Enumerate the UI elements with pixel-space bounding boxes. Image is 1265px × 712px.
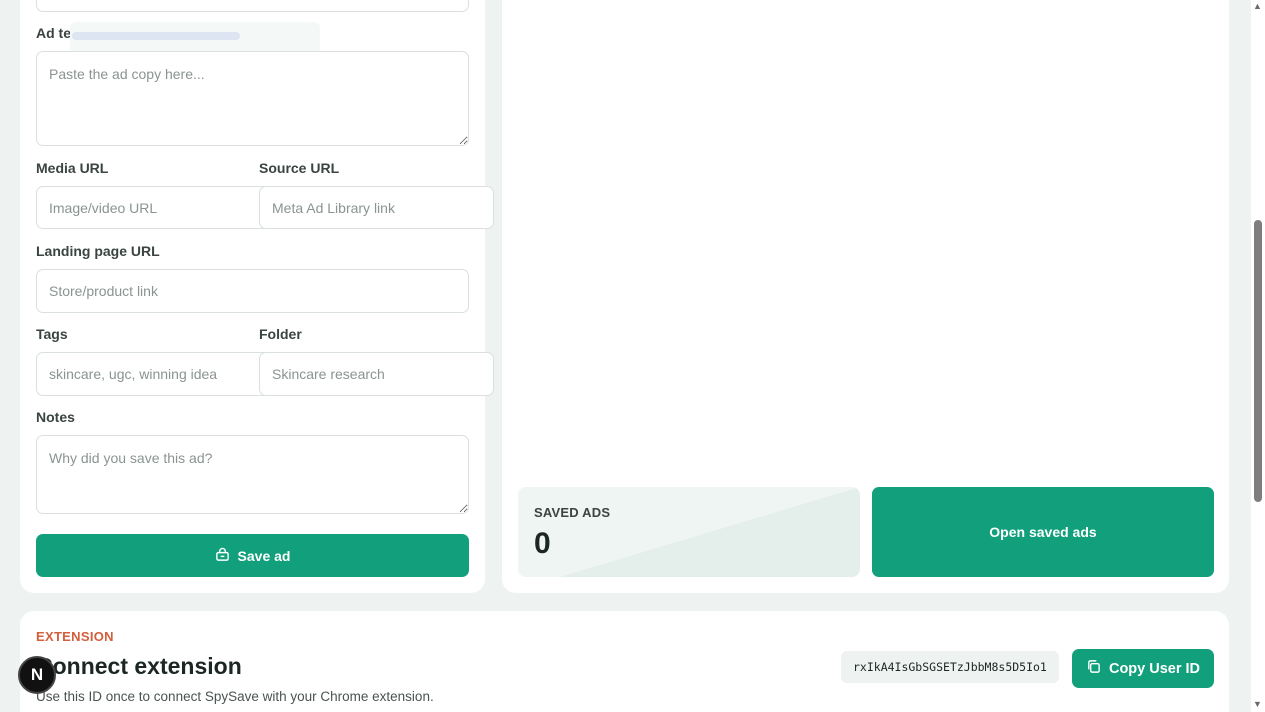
media-url-label: Media URL bbox=[36, 160, 109, 176]
landing-url-input[interactable] bbox=[36, 269, 469, 313]
ad-text-label: Ad te bbox=[36, 25, 71, 41]
copy-icon bbox=[1086, 659, 1101, 678]
scroll-up-icon[interactable]: ▲ bbox=[1253, 1, 1262, 11]
source-url-label: Source URL bbox=[259, 160, 340, 176]
landing-url-label: Landing page URL bbox=[36, 243, 160, 259]
folder-label: Folder bbox=[259, 326, 302, 342]
saved-ads-stat: SAVED ADS 0 bbox=[518, 487, 860, 577]
scroll-thumb[interactable] bbox=[1254, 220, 1262, 502]
extension-description: Use this ID once to connect SpySave with… bbox=[36, 689, 434, 704]
source-url-input[interactable] bbox=[259, 186, 494, 229]
previous-field-edge[interactable] bbox=[36, 0, 469, 12]
notes-input[interactable] bbox=[36, 435, 469, 514]
loading-skeleton bbox=[70, 22, 320, 54]
page-scrollbar[interactable]: ▲ ▼ bbox=[1251, 0, 1265, 712]
user-id-display: rxIkA4IsGbSGSETzJbbM8s5D5Io1 bbox=[841, 651, 1059, 683]
tags-label: Tags bbox=[36, 326, 68, 342]
open-saved-ads-button[interactable]: Open saved ads bbox=[872, 487, 1214, 577]
media-url-input[interactable] bbox=[36, 186, 272, 229]
scroll-down-icon[interactable]: ▼ bbox=[1253, 699, 1262, 709]
save-ad-label: Save ad bbox=[237, 547, 291, 564]
ad-text-input[interactable] bbox=[36, 51, 469, 146]
open-saved-ads-label: Open saved ads bbox=[989, 524, 1097, 540]
copy-user-id-label: Copy User ID bbox=[1108, 660, 1201, 677]
folder-input[interactable] bbox=[259, 352, 494, 396]
notes-label: Notes bbox=[36, 409, 75, 425]
save-icon bbox=[215, 547, 230, 565]
extension-title: Connect extension bbox=[36, 653, 242, 679]
saved-ads-count: 0 bbox=[534, 527, 551, 560]
copy-user-id-button[interactable]: Copy User ID bbox=[1072, 649, 1214, 688]
next-devtools-badge[interactable]: N bbox=[18, 656, 56, 694]
extension-card: EXTENSION Connect extension Use this ID … bbox=[20, 611, 1229, 712]
save-ad-button[interactable]: Save ad bbox=[36, 534, 469, 577]
saved-ads-label: SAVED ADS bbox=[534, 505, 611, 520]
extension-eyebrow: EXTENSION bbox=[36, 629, 114, 644]
loading-skeleton-bar bbox=[72, 32, 240, 40]
stat-decoration bbox=[560, 487, 860, 577]
tags-input[interactable] bbox=[36, 352, 272, 396]
